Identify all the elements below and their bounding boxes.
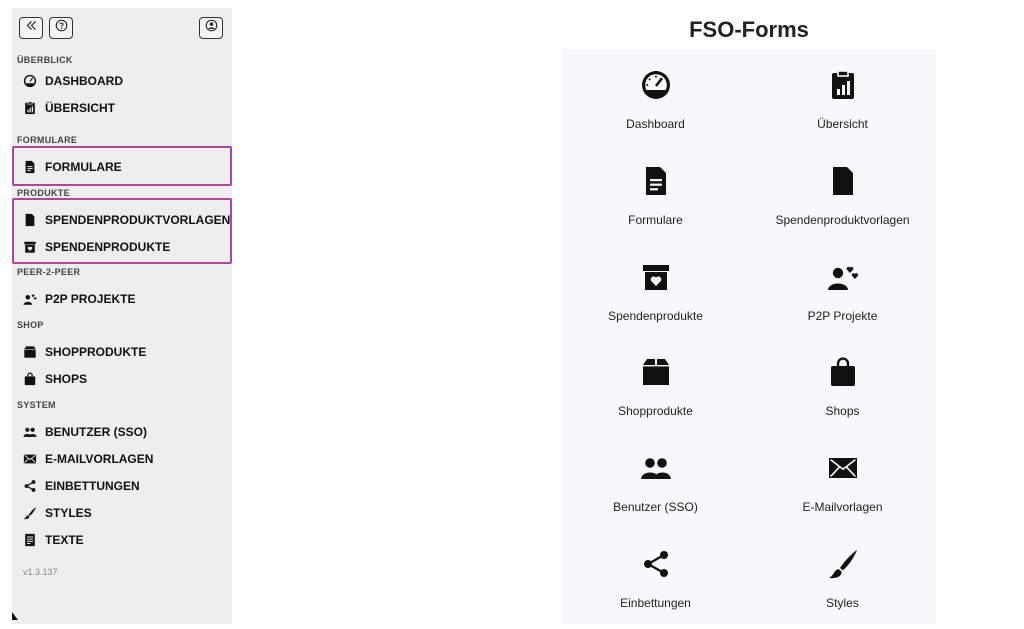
sidebar-item-shopprodukte[interactable]: SHOPPRODUKTE [12, 338, 232, 365]
section-ueberblick: ÜBERBLICK DASHBOARD ÜBERSICHT [12, 53, 232, 121]
tile-label: Styles [826, 595, 859, 610]
box-heart-icon [23, 240, 37, 254]
sidebar-item-spendenprodukte[interactable]: SPENDENPRODUKTE [12, 233, 232, 260]
sidebar-item-label: SPENDENPRODUKTE [45, 239, 171, 254]
sidebar-item-label: DASHBOARD [45, 73, 123, 88]
section-shop: SHOP SHOPPRODUKTE SHOPS [12, 318, 232, 392]
clipboard-chart-icon [827, 69, 859, 101]
user-hearts-icon [827, 261, 859, 293]
section-produkte: PRODUKTE SPENDENPRODUKTVORLAGEN SPENDENP… [12, 186, 232, 260]
sidebar-item-shops[interactable]: SHOPS [12, 365, 232, 392]
gauge-icon [23, 74, 37, 88]
tile-formulare[interactable]: Formulare [562, 145, 749, 241]
tile-dashboard[interactable]: Dashboard [562, 49, 749, 145]
shopping-bag-icon [23, 372, 37, 386]
tile-spendenproduktvorlagen[interactable]: Spendenproduktvorlagen [749, 145, 936, 241]
box-icon [640, 356, 672, 388]
tile-label: E-Mailvorlagen [802, 500, 883, 515]
section-title: FORMULARE [17, 135, 78, 145]
share-icon [640, 548, 672, 580]
sidebar-item-label: P2P PROJEKTE [45, 291, 136, 306]
double-chevron-left-icon [25, 19, 38, 37]
section-title: PRODUKTE [17, 188, 70, 198]
sidebar-item-uebersicht[interactable]: ÜBERSICHT [12, 94, 232, 121]
section-title: SYSTEM [17, 400, 56, 410]
document-icon [827, 165, 859, 197]
envelope-icon [23, 452, 37, 466]
sidebar-item-label: E-MAILVORLAGEN [45, 451, 154, 466]
sidebar-item-formulare[interactable]: FORMULARE [12, 153, 232, 180]
sidebar-item-e-mailvorlagen[interactable]: E-MAILVORLAGEN [12, 445, 232, 472]
tile-label: Einbettungen [620, 595, 691, 610]
sidebar-item-spendenproduktvorlagen[interactable]: SPENDENPRODUKTVORLAGEN [12, 206, 232, 233]
sidebar-item-label: FORMULARE [45, 159, 122, 174]
sidebar-item-label: TEXTE [45, 532, 84, 547]
document-lines-icon [640, 165, 672, 197]
tile-grid: Dashboard Übersicht Formulare Spendenpro… [562, 49, 936, 624]
sidebar-item-benutzer-sso[interactable]: BENUTZER (SSO) [12, 418, 232, 445]
tile-benutzer-sso[interactable]: Benutzer (SSO) [562, 432, 749, 528]
tile-label: P2P Projekte [807, 308, 878, 323]
box-heart-icon [640, 261, 672, 293]
tile-label: Dashboard [626, 117, 685, 131]
tile-shopprodukte[interactable]: Shopprodukte [562, 336, 749, 432]
collapse-sidebar-button[interactable] [19, 17, 43, 39]
page-title: FSO-Forms [689, 17, 809, 42]
document-lines-icon [23, 160, 37, 174]
question-circle-icon [55, 19, 68, 37]
sidebar: ÜBERBLICK DASHBOARD ÜBERSICHT FORMULARE … [12, 8, 232, 624]
sidebar-item-styles[interactable]: STYLES [12, 499, 232, 526]
tile-label: Spendenproduktvorlagen [775, 212, 910, 227]
users-icon [23, 425, 37, 439]
section-title: ÜBERBLICK [17, 55, 73, 65]
tile-uebersicht[interactable]: Übersicht [749, 49, 936, 145]
sidebar-item-label: BENUTZER (SSO) [45, 424, 147, 439]
tile-p2p-projekte[interactable]: P2P Projekte [749, 241, 936, 337]
sidebar-item-label: SPENDENPRODUKTVORLAGEN [45, 212, 231, 227]
tile-label: Übersicht [817, 117, 868, 131]
box-icon [23, 345, 37, 359]
section-title: SHOP [17, 320, 44, 330]
sidebar-item-label: STYLES [45, 505, 92, 520]
user-hearts-icon [23, 292, 37, 306]
window-corner [12, 612, 18, 620]
brush-icon [827, 548, 859, 580]
user-account-button[interactable] [199, 17, 223, 39]
clipboard-chart-icon [23, 101, 37, 115]
section-title: PEER-2-PEER [17, 267, 81, 277]
document-icon [23, 213, 37, 227]
user-circle-icon [205, 19, 218, 37]
section-system: SYSTEM BENUTZER (SSO) E-MAILVORLAGEN EIN… [12, 398, 232, 553]
tile-label: Shops [825, 404, 860, 419]
section-formulare: FORMULARE FORMULARE [12, 133, 232, 180]
shopping-bag-icon [827, 356, 859, 388]
tile-label: Benutzer (SSO) [613, 500, 698, 515]
sidebar-item-texte[interactable]: TEXTE [12, 526, 232, 553]
section-peer-2-peer: PEER-2-PEER P2P PROJEKTE [12, 265, 232, 312]
tile-spendenprodukte[interactable]: Spendenprodukte [562, 241, 749, 337]
tile-shops[interactable]: Shops [749, 336, 936, 432]
sidebar-item-dashboard[interactable]: DASHBOARD [12, 67, 232, 94]
users-icon [640, 452, 672, 484]
sidebar-item-label: EINBETTUNGEN [45, 478, 140, 493]
help-button[interactable] [49, 17, 73, 39]
tile-label: Spendenprodukte [608, 308, 703, 323]
sidebar-toolbar [12, 8, 232, 48]
envelope-icon [827, 452, 859, 484]
app-version: v1.3.137 [23, 567, 58, 577]
brush-icon [23, 506, 37, 520]
tile-label: Shopprodukte [618, 404, 693, 419]
sidebar-item-einbettungen[interactable]: EINBETTUNGEN [12, 472, 232, 499]
tile-styles[interactable]: Styles [749, 528, 936, 624]
sidebar-item-label: ÜBERSICHT [45, 100, 116, 115]
tile-label: Formulare [628, 212, 683, 227]
sidebar-item-p2p-projekte[interactable]: P2P PROJEKTE [12, 285, 232, 312]
text-document-icon [23, 533, 37, 547]
tile-e-mailvorlagen[interactable]: E-Mailvorlagen [749, 432, 936, 528]
sidebar-item-label: SHOPPRODUKTE [45, 344, 147, 359]
sidebar-item-label: SHOPS [45, 371, 88, 386]
tile-einbettungen[interactable]: Einbettungen [562, 528, 749, 624]
gauge-icon [640, 69, 672, 101]
share-icon [23, 479, 37, 493]
